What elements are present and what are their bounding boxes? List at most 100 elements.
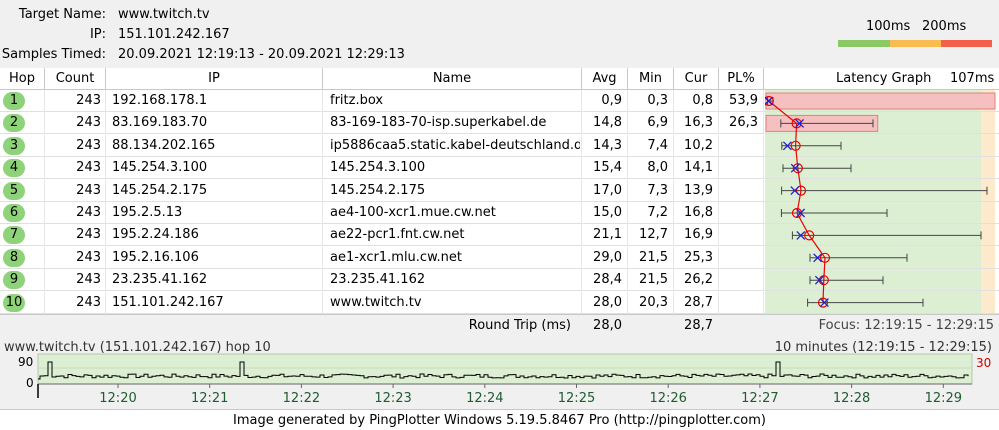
hop-ip: 195.2.5.13 [112, 205, 183, 220]
hop-avg: 17,0 [593, 182, 622, 198]
hop-number-badge: 10 [3, 293, 25, 312]
col-min[interactable]: Min [628, 68, 673, 90]
hop-cur: 0,8 [692, 93, 713, 108]
hop-count: 243 [76, 294, 101, 310]
col-pl[interactable]: PL% [719, 68, 763, 90]
hop-name: 145.254.3.100 [330, 160, 426, 176]
round-trip-cur: 28,7 [684, 318, 713, 333]
hop-cur: 25,3 [684, 249, 713, 265]
hop-pl [719, 269, 758, 291]
col-count[interactable]: Count [45, 68, 105, 90]
hop-cur: 10,2 [684, 137, 713, 153]
hop-ip: 192.168.178.1 [112, 93, 208, 108]
hop-name: fritz.box [330, 93, 384, 108]
scale-100ms-label: 100ms [866, 19, 911, 34]
hop-pl: 26,3 [729, 115, 758, 131]
hop-avg: 29,0 [593, 249, 622, 265]
hop-ip: 88.134.202.165 [112, 137, 216, 153]
latency-scale-warn [890, 40, 941, 47]
col-ip[interactable]: IP [106, 68, 322, 90]
hop-number-badge: 3 [3, 136, 25, 155]
hop-avg: 28,4 [593, 272, 622, 288]
hop-name: ae4-100-xcr1.mue.cw.net [330, 205, 496, 220]
graph-max-label: 107ms [950, 71, 995, 86]
hop-count: 243 [76, 115, 101, 131]
hop-count: 243 [76, 160, 101, 176]
trace-summary-header: Target Name: www.twitch.tv IP: 151.101.2… [0, 0, 999, 68]
hop-cur: 13,9 [684, 182, 713, 198]
col-hop[interactable]: Hop [0, 68, 44, 90]
timeline-tick-label: 12:26 [649, 391, 687, 406]
timeline-tick-label: 12:20 [99, 391, 137, 406]
hop-cur: 14,1 [684, 160, 713, 176]
scale-200ms-label: 200ms [922, 19, 967, 34]
hop-count: 243 [76, 227, 101, 243]
hop-ip: 23.235.41.162 [112, 272, 208, 288]
hop-name: ae22-pcr1.fnt.cw.net [330, 227, 465, 243]
hop-number-badge: 5 [3, 181, 25, 200]
hop-number-badge: 2 [3, 114, 25, 133]
round-trip-avg: 28,0 [593, 318, 622, 333]
hop-number-badge: 9 [3, 271, 25, 290]
target-name-label: Target Name: [18, 7, 106, 22]
latency-scale-good [838, 40, 890, 47]
hop-min: 7,3 [647, 182, 668, 198]
ip-label: IP: [89, 27, 106, 42]
hop-min: 21,5 [639, 249, 668, 265]
hop-cur: 16,9 [684, 227, 713, 243]
hop-pl: 53,9 [729, 93, 758, 108]
hop-ip: 195.2.16.106 [112, 249, 199, 265]
round-trip-label: Round Trip (ms) [468, 318, 571, 333]
col-name[interactable]: Name [323, 68, 581, 90]
hop-pl [719, 202, 758, 224]
hop-number-badge: 4 [3, 159, 25, 178]
hop-ip: 83.169.183.70 [112, 115, 208, 131]
hop-name: 83-169-183-70-isp.superkabel.de [330, 115, 547, 131]
hop-pl [719, 157, 758, 179]
hop-name: ae1-xcr1.mlu.cw.net [330, 249, 462, 265]
hop-count: 243 [76, 249, 101, 265]
col-latency-graph[interactable]: Latency Graph [836, 68, 936, 90]
hop-count: 243 [76, 137, 101, 153]
col-cur[interactable]: Cur [674, 68, 718, 90]
hop-min: 21,5 [639, 272, 668, 288]
hop-cur: 28,7 [684, 294, 713, 310]
hop-min: 8,0 [647, 160, 668, 176]
hop-count: 243 [76, 272, 101, 288]
hop-pl [719, 292, 758, 314]
hop-count: 243 [76, 182, 101, 198]
timeline-tick-label: 12:28 [832, 391, 871, 406]
latency-graph [765, 92, 996, 308]
hop-ip: 145.254.2.175 [112, 182, 208, 198]
focus-range: Focus: 12:19:15 - 12:29:15 [818, 318, 994, 333]
samples-timed-label: Samples Timed: [1, 47, 106, 62]
hop-ip: 145.254.3.100 [112, 160, 208, 176]
hop-pl [719, 180, 758, 202]
timeline-tick-label: 12:27 [741, 391, 779, 406]
hop-pl [719, 135, 758, 157]
trace-table: Hop Count IP Name Avg Min Cur PL% Latenc… [0, 68, 999, 314]
hop-avg: 14,3 [593, 137, 622, 153]
col-avg[interactable]: Avg [582, 68, 627, 90]
table-header: Hop Count IP Name Avg Min Cur PL% Latenc… [0, 68, 999, 90]
timeline-tick-label: 12:22 [282, 391, 321, 406]
timeline-tick-label: 12:21 [190, 391, 229, 406]
hop-avg: 14,8 [593, 115, 622, 131]
footer-credit: Image generated by PingPlotter Windows 5… [0, 409, 999, 430]
hop-avg: 15,4 [593, 160, 622, 176]
target-name-value: www.twitch.tv [118, 7, 210, 22]
timeline-plot-area [37, 353, 973, 385]
hop-pl [719, 247, 758, 269]
timeline-tick-label: 12:29 [924, 391, 963, 406]
hop-ip: 195.2.24.186 [112, 227, 199, 243]
timeline-tick-label: 12:24 [466, 391, 504, 406]
hop-number-badge: 8 [3, 248, 25, 267]
hop-cur: 16,3 [684, 115, 713, 131]
hop-min: 12,7 [639, 227, 668, 243]
round-trip-row: Round Trip (ms) 28,0 28,7 Focus: 12:19:1… [0, 314, 999, 338]
hop-min: 7,2 [647, 205, 668, 220]
timeline-panel: www.twitch.tv (151.101.242.167) hop 10 1… [0, 338, 999, 408]
hop-min: 0,3 [647, 93, 668, 108]
hop-cur: 26,2 [684, 272, 713, 288]
hop-name: 23.235.41.162 [330, 272, 426, 288]
